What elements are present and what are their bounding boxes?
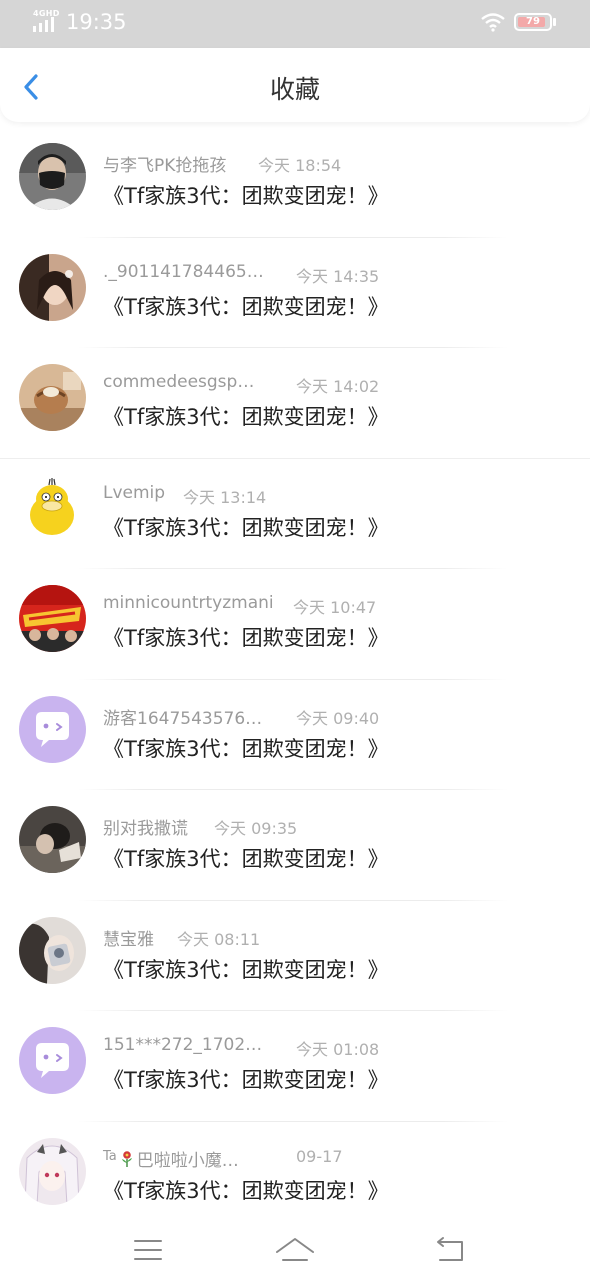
list-item[interactable]: Ta 巴啦啦小魔… 09-17 《Tf家族3代：团欺变团宠！》 [0,1122,590,1233]
timestamp: 今天 09:35 [214,819,298,838]
username: 游客1647543576… [103,708,263,729]
timestamp: 今天 14:35 [296,266,380,286]
timestamp: 09-17 [296,1146,343,1166]
menu-icon[interactable] [128,1230,168,1270]
system-nav-bar [0,1220,590,1280]
list-item[interactable]: Lvemip 今天 13:14 《Tf家族3代：团欺变团宠！》 [0,459,590,569]
page-title: 收藏 [269,75,320,104]
item-title: 《Tf家族3代：团欺变团宠！》 [103,515,389,540]
item-title: 《Tf家族3代：团欺变团宠！》 [103,736,389,761]
timestamp: 今天 13:14 [183,487,267,507]
avatar[interactable] [19,695,86,763]
username: 151***272_1702… [103,1035,263,1055]
username: Lvemip [103,482,166,503]
home-icon[interactable] [275,1230,315,1270]
avatar[interactable] [19,474,86,542]
avatar[interactable] [19,806,86,873]
favorites-list: 与李飞PK抢拖孩 今天 18:54 《Tf家族3代：团欺变团宠！》 ._9011… [0,127,590,1232]
timestamp: 今天 01:08 [296,1040,380,1059]
username-prefix: Ta [103,1148,117,1164]
flower-icon [121,1150,132,1167]
avatar[interactable] [19,1027,86,1094]
battery-icon: 79 [514,13,552,31]
list-item[interactable]: 与李飞PK抢拖孩 今天 18:54 《Tf家族3代：团欺变团宠！》 [0,127,590,238]
item-title: 《Tf家族3代：团欺变团宠！》 [103,1178,389,1203]
username-text: 巴啦啦小魔… [136,1150,239,1171]
username: 与李飞PK抢拖孩 [103,156,227,176]
nav-header: 收藏 [0,48,590,122]
battery-level: 79 [526,16,540,27]
timestamp: 今天 09:40 [296,708,380,728]
avatar[interactable] [19,364,86,431]
item-title: 《Tf家族3代：团欺变团宠！》 [103,184,389,208]
username: commedeesgsp… [103,372,255,392]
back-arrow-icon[interactable] [430,1230,470,1270]
username: Ta 巴啦啦小魔… [103,1146,239,1171]
signal-icon [33,17,54,32]
item-title: 《Tf家族3代：团欺变团宠！》 [103,294,389,319]
list-item[interactable]: 别对我撒谎 今天 09:35 《Tf家族3代：团欺变团宠！》 [0,790,590,901]
timestamp: 今天 10:47 [293,598,377,617]
list-item[interactable]: 151***272_1702… 今天 01:08 《Tf家族3代：团欺变团宠！》 [0,1011,590,1122]
avatar[interactable] [19,143,86,210]
list-item[interactable]: minnicountrtyzmani 今天 10:47 《Tf家族3代：团欺变团… [0,569,590,680]
username: minnicountrtyzmani [103,593,274,613]
status-bar: 4GHD 19:35 79 [0,0,590,48]
timestamp: 今天 08:11 [177,929,261,949]
avatar[interactable] [19,916,86,984]
timestamp: 今天 14:02 [296,377,380,396]
timestamp: 今天 18:54 [258,156,342,175]
list-item[interactable]: 慧宝雅 今天 08:11 《Tf家族3代：团欺变团宠！》 [0,901,590,1011]
avatar[interactable] [19,1137,86,1205]
avatar[interactable] [19,253,86,321]
username: ._901141784465… [103,261,264,282]
item-title: 《Tf家族3代：团欺变团宠！》 [103,405,389,429]
item-title: 《Tf家族3代：团欺变团宠！》 [103,1068,389,1092]
wifi-icon [481,13,505,32]
list-item[interactable]: 游客1647543576… 今天 09:40 《Tf家族3代：团欺变团宠！》 [0,680,590,790]
item-title: 《Tf家族3代：团欺变团宠！》 [103,847,389,871]
item-title: 《Tf家族3代：团欺变团宠！》 [103,626,389,650]
username: 慧宝雅 [103,929,154,950]
list-item[interactable]: ._901141784465… 今天 14:35 《Tf家族3代：团欺变团宠！》 [0,238,590,348]
clock: 19:35 [66,10,127,34]
avatar[interactable] [19,585,86,652]
username: 别对我撒谎 [103,819,188,839]
list-item[interactable]: commedeesgsp… 今天 14:02 《Tf家族3代：团欺变团宠！》 [0,348,590,459]
item-title: 《Tf家族3代：团欺变团宠！》 [103,957,389,982]
